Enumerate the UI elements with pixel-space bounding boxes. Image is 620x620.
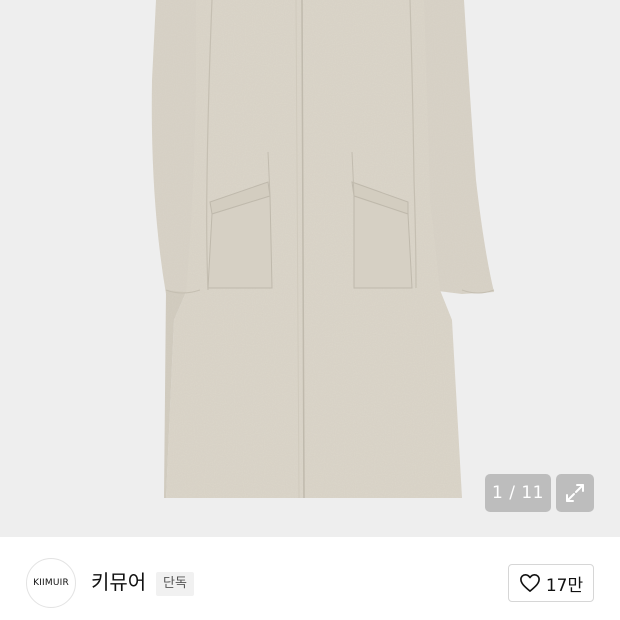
- heart-outline-icon: [519, 574, 540, 592]
- like-button[interactable]: 17만: [508, 564, 594, 602]
- image-page-counter: 1 / 11: [485, 474, 551, 512]
- product-image: [151, 0, 495, 499]
- brand-bar: KIIMUIR 키뮤어 단독 17만: [0, 537, 620, 620]
- expand-arrows-icon: [566, 484, 584, 502]
- brand-name-link[interactable]: 키뮤어: [91, 568, 146, 596]
- exclusive-badge: 단독: [156, 572, 194, 596]
- like-count: 17만: [545, 575, 584, 596]
- product-image-gallery[interactable]: 1 / 11: [0, 0, 620, 537]
- brand-logo-text: KIIMUIR: [33, 578, 69, 588]
- image-page-counter-text: 1 / 11: [492, 483, 544, 503]
- brand-logo[interactable]: KIIMUIR: [26, 558, 76, 608]
- expand-image-button[interactable]: [556, 474, 594, 512]
